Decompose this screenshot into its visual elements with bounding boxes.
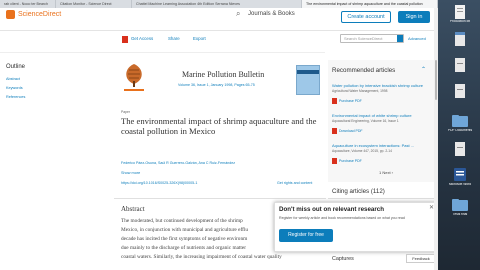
abstract-heading: Abstract <box>121 205 145 213</box>
show-more-button[interactable]: Show more <box>121 171 140 175</box>
divider <box>328 198 434 199</box>
pdf-icon <box>332 158 337 164</box>
article-title: The environmental impact of shrimp aquac… <box>121 116 317 137</box>
search-input[interactable]: Search ScienceDirect <box>340 34 404 43</box>
abstract-text-line: decade has incited the first symptoms of… <box>121 236 248 242</box>
doi-link[interactable]: https://doi.org/10.1016/S0025-326X(98)00… <box>121 181 197 185</box>
purchase-pdf-link[interactable]: Purchase PDF <box>339 159 362 163</box>
browser-tab-active[interactable]: The environmental impact of shrimp aquac… <box>302 0 438 8</box>
recommended-article-meta: Aquacultural Engineering, Volume 16, Iss… <box>332 119 399 123</box>
file-icon[interactable] <box>451 57 469 75</box>
recommended-pager[interactable]: 1 Next › <box>379 170 393 175</box>
pdf-folder-icon[interactable] <box>451 112 469 130</box>
brand-name[interactable]: ScienceDirect <box>18 11 61 18</box>
create-account-button[interactable]: Create account <box>341 11 391 23</box>
collapse-chevron-icon[interactable]: ⌃ <box>421 66 426 73</box>
app-icon[interactable] <box>451 166 469 184</box>
recommended-article-link[interactable]: Aquaculture in ecosystem interactions: P… <box>332 143 430 148</box>
divider <box>0 52 325 53</box>
divider <box>0 30 438 31</box>
captures-heading: Captures <box>332 256 354 262</box>
elsevier-tree-logo-icon[interactable] <box>121 61 147 93</box>
share-button[interactable]: Share <box>168 36 180 41</box>
scrollbar-thumb[interactable] <box>435 60 437 100</box>
browser-tab-bar: rab client - Nooo ter Bearch Citation Mo… <box>0 0 438 8</box>
desktop-icon-label: Production.txt <box>449 20 471 23</box>
pdf-icon <box>332 98 337 104</box>
file-icon[interactable] <box>451 141 469 159</box>
article-type-label: Paper <box>121 110 131 114</box>
abstract-text-line: Mexico, in conjunction with municipal an… <box>121 227 248 233</box>
advanced-search-link[interactable]: Advanced <box>408 36 426 41</box>
recommended-heading: Recommended articles <box>332 67 396 74</box>
feedback-button[interactable]: Feedback <box>406 254 436 263</box>
file-icon[interactable] <box>451 83 469 101</box>
get-access-button[interactable]: Get Access <box>131 36 153 41</box>
journal-title[interactable]: Marine Pollution Bulletin <box>182 70 264 79</box>
browser-tab[interactable]: Chattel Machine Learning Association 4th… <box>132 0 302 8</box>
journal-cover-image[interactable] <box>296 65 320 95</box>
pdf-icon <box>122 36 128 43</box>
search-icon[interactable]: ⌕ <box>236 9 240 19</box>
search-submit-button[interactable] <box>397 35 403 42</box>
recommended-article-meta: Aquaculture, Volume 447, 2015, pp. 2-14 <box>332 149 392 153</box>
author-list[interactable]: Federico Páez-Osuna, Saúl R Guerrero-Gal… <box>121 161 329 165</box>
folder-icon[interactable] <box>451 196 469 214</box>
popup-description: Register for weekly article and book rec… <box>279 216 405 220</box>
export-button[interactable]: Export <box>193 36 206 41</box>
outline-item-references[interactable]: References <box>6 95 25 99</box>
citing-articles-heading[interactable]: Citing articles (112) <box>332 188 385 195</box>
browser-tab[interactable]: Citation Monitor - Science Direct <box>56 0 132 8</box>
desktop-icon-label: Microsoft Word <box>448 183 472 186</box>
abstract-text-line: due mainly to the discharge of nutrients… <box>121 245 246 251</box>
popup-title: Don't miss out on relevant research <box>279 206 384 213</box>
download-pdf-link[interactable]: Download PDF <box>339 129 363 133</box>
browser-tab[interactable]: rab client - Nooo ter Bearch <box>0 0 56 8</box>
abstract-text-line: The moderated, but continued development… <box>121 218 243 224</box>
recommended-article-link[interactable]: Environmental impact of white shrimp cul… <box>332 113 430 118</box>
desktop-icon-label: PDF Documents <box>447 129 473 132</box>
recommended-article-link[interactable]: Water pollution by intensive brackish sh… <box>332 83 430 88</box>
outline-heading: Outline <box>6 64 26 70</box>
sign-in-button[interactable]: Sign in <box>398 11 430 23</box>
purchase-pdf-link[interactable]: Purchase PDF <box>339 99 362 103</box>
journal-volume-info[interactable]: Volume 36, Issue 1, January 1998, Pages … <box>178 83 255 87</box>
abstract-text-line: coastal waters. Similarly, the increasin… <box>121 254 282 260</box>
register-button[interactable]: Register for free <box>279 229 333 242</box>
pdf-icon <box>332 128 337 134</box>
divider <box>114 198 326 199</box>
rights-link[interactable]: Get rights and content <box>277 181 312 185</box>
journals-books-link[interactable]: Journals & Books <box>248 11 295 17</box>
sciencedirect-logo-icon[interactable] <box>6 10 15 19</box>
desktop-icon-label: Tesis final <box>452 213 468 216</box>
outline-item-abstract[interactable]: Abstract <box>6 77 20 81</box>
outline-item-keywords[interactable]: Keywords <box>6 86 23 90</box>
recommended-article-meta: Agricultural Water Management, 1998 <box>332 89 388 93</box>
file-icon[interactable] <box>451 31 469 49</box>
